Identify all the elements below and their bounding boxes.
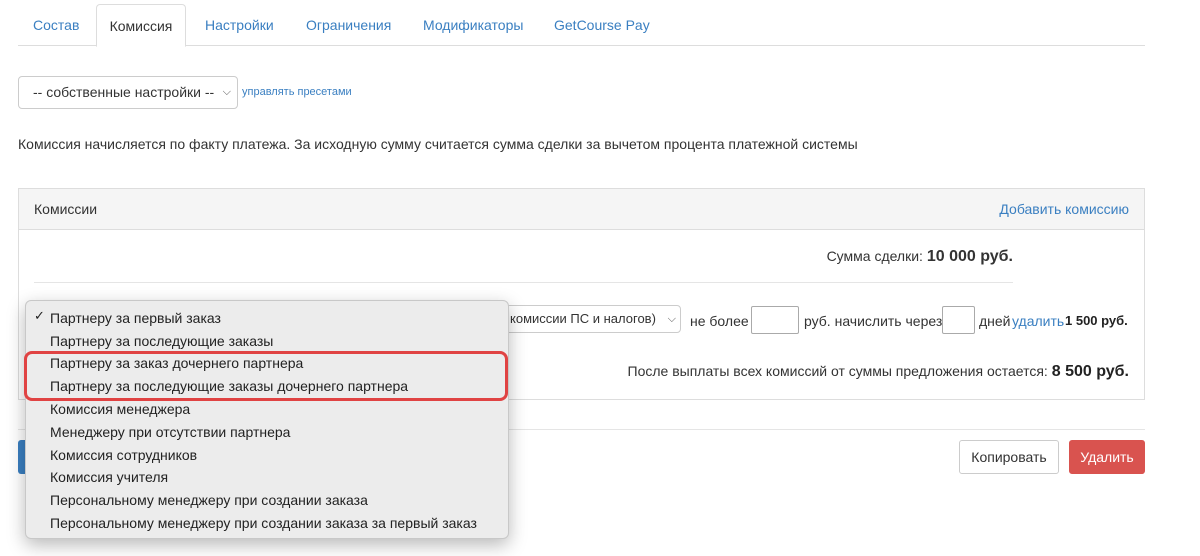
tab-settings[interactable]: Настройки	[205, 4, 274, 46]
chevron-down-icon: ⌵	[667, 313, 676, 325]
menu-item-partner-first-order[interactable]: Партнеру за первый заказ	[50, 307, 221, 329]
commission-info-text: Комиссия начисляется по факту платежа. З…	[18, 136, 858, 152]
preset-select-value: -- собственные настройки --	[33, 84, 215, 100]
tab-restrictions[interactable]: Ограничения	[306, 4, 391, 46]
tab-getcourse-pay[interactable]: GetCourse Pay	[554, 4, 650, 46]
deal-sum-label: Сумма сделки:	[826, 248, 923, 264]
manage-presets-link[interactable]: управлять пресетами	[242, 86, 352, 98]
deal-sum-value: 10 000 руб.	[926, 248, 1013, 265]
unit-label: руб. начислить через	[804, 313, 943, 329]
commission-base-value: комиссии ПС и налогов)	[510, 311, 656, 326]
days-input[interactable]	[942, 306, 975, 334]
remaining-label: После выплаты всех комиссий от суммы пре…	[627, 363, 1048, 379]
menu-item-personal-manager-first-order[interactable]: Персональному менеджеру при создании зак…	[50, 512, 477, 534]
panel-heading: Комиссии Добавить комиссию	[19, 189, 1144, 230]
delete-button[interactable]: Удалить	[1069, 440, 1145, 474]
panel-title: Комиссии	[34, 201, 98, 217]
days-label: дней	[979, 313, 1011, 329]
menu-item-teacher-commission[interactable]: Комиссия учителя	[50, 466, 168, 488]
commission-type-dropdown: ✓ Партнеру за первый заказ Партнеру за п…	[25, 300, 509, 539]
tab-modifiers[interactable]: Модификаторы	[423, 4, 523, 46]
chevron-down-icon: ⌵	[222, 86, 231, 98]
deal-sum: Сумма сделки: 10 000 руб.	[827, 248, 1013, 266]
checkmark-icon: ✓	[34, 308, 45, 323]
menu-item-partner-child-order[interactable]: Партнеру за заказ дочернего партнера	[50, 352, 303, 374]
tab-bar: Состав Комиссия Настройки Ограничения Мо…	[18, 4, 1145, 47]
menu-item-personal-manager-order[interactable]: Персональному менеджеру при создании зак…	[50, 489, 368, 511]
remaining-value: 8 500 руб.	[1051, 363, 1129, 380]
menu-item-staff-commission[interactable]: Комиссия сотрудников	[50, 444, 197, 466]
add-commission-link[interactable]: Добавить комиссию	[999, 201, 1129, 217]
commission-base-select[interactable]: комиссии ПС и налогов) ⌵	[499, 305, 681, 333]
remaining-sum: После выплаты всех комиссий от суммы пре…	[628, 363, 1130, 381]
preset-select[interactable]: -- собственные настройки -- ⌵	[18, 76, 238, 109]
menu-item-partner-next-orders[interactable]: Партнеру за последующие заказы	[50, 330, 273, 352]
delete-rule-link[interactable]: удалить	[1012, 313, 1064, 329]
tab-composition[interactable]: Состав	[33, 4, 79, 46]
menu-item-partner-child-next-orders[interactable]: Партнеру за последующие заказы дочернего…	[50, 375, 408, 397]
tab-commission[interactable]: Комиссия	[96, 4, 186, 47]
max-label: не более	[690, 313, 749, 329]
max-amount-input[interactable]	[751, 306, 799, 334]
menu-item-manager-commission[interactable]: Комиссия менеджера	[50, 398, 190, 420]
rule-amount: 1 500 руб.	[1065, 313, 1128, 328]
copy-button[interactable]: Копировать	[959, 440, 1059, 474]
divider	[34, 282, 1013, 283]
menu-item-manager-no-partner[interactable]: Менеджеру при отсутствии партнера	[50, 421, 290, 443]
